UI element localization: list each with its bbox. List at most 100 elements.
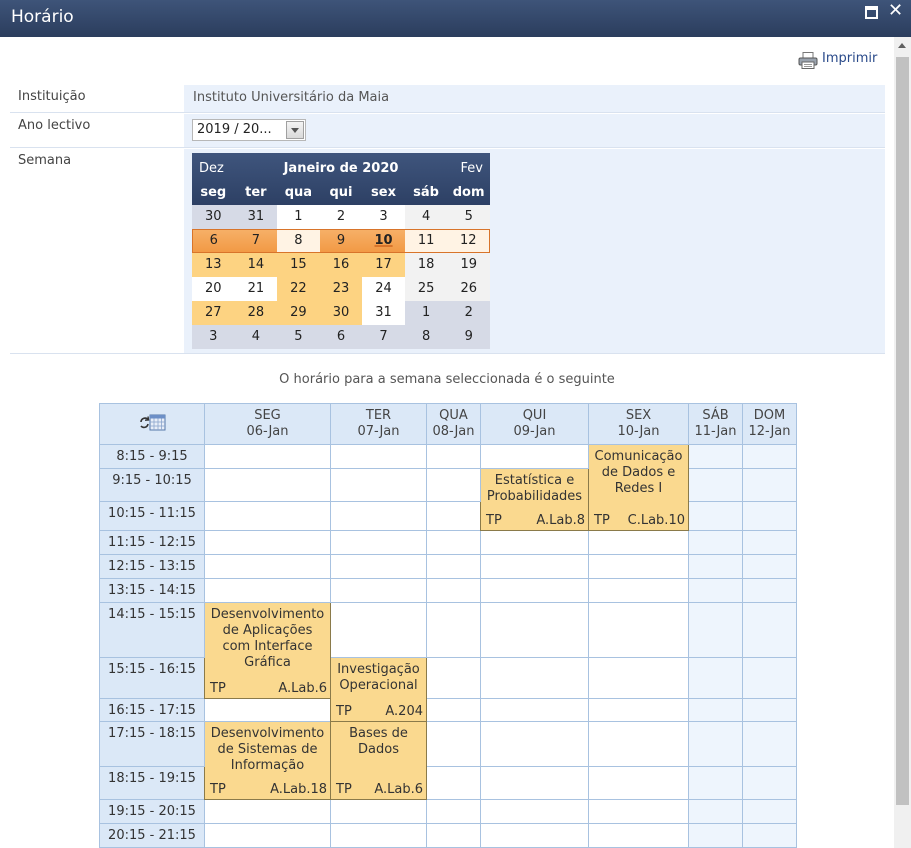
calendar-day[interactable]: 2 <box>319 205 363 229</box>
calendar-day[interactable]: 30 <box>192 205 235 229</box>
chevron-down-icon[interactable] <box>286 121 304 139</box>
day-date: 11-Jan <box>694 424 737 439</box>
institution-row: Instituição Instituto Universitário da M… <box>10 85 885 113</box>
calendar-weekday: dom <box>452 185 485 200</box>
schedule-cell <box>742 766 797 800</box>
calendar-day[interactable]: 13 <box>192 253 235 277</box>
calendar-day[interactable]: 5 <box>277 325 320 349</box>
schedule-cell <box>426 501 481 531</box>
calendar-day[interactable]: 18 <box>404 253 448 277</box>
class-type: TP <box>210 782 226 797</box>
calendar-day[interactable]: 9 <box>319 229 363 253</box>
calendar-day[interactable]: 10 <box>362 229 405 253</box>
close-icon[interactable]: ✕ <box>888 2 903 20</box>
class-title: Investigação Operacional <box>337 662 420 693</box>
calendar-day[interactable]: 4 <box>404 205 448 229</box>
time-slot: 19:15 - 20:15 <box>99 799 205 824</box>
calendar-day[interactable]: 14 <box>234 253 278 277</box>
calendar-day[interactable]: 7 <box>234 229 278 253</box>
calendar-day[interactable]: 15 <box>277 253 320 277</box>
schedule-cell <box>688 721 743 767</box>
calendar-day[interactable]: 28 <box>234 301 278 325</box>
scroll-up-arrow-icon[interactable] <box>894 37 911 54</box>
class-room: C.Lab.10 <box>627 513 685 528</box>
class-block-investigacao-operacional[interactable]: Investigação Operacional TP A.204 <box>330 657 427 722</box>
schedule-cell <box>204 501 331 531</box>
calendar-weekday: qui <box>329 185 353 200</box>
class-title: Bases de Dados <box>349 726 408 757</box>
calendar-day[interactable]: 1 <box>404 301 448 325</box>
calendar-day[interactable]: 12 <box>447 229 490 253</box>
class-block-comunicacao-dados[interactable]: Comunicação de Dados e Redes I TP C.Lab.… <box>588 444 689 531</box>
calendar-refresh-icon[interactable] <box>138 413 166 431</box>
schedule-cell <box>688 766 743 800</box>
calendar-day[interactable]: 25 <box>404 277 448 301</box>
schedule-cell <box>588 657 689 699</box>
day-name: SÁB <box>702 408 729 423</box>
week-row: Semana Dez Janeiro de 2020 Fev seg ter qua… <box>10 149 885 354</box>
calendar-day[interactable]: 9 <box>447 325 490 349</box>
calendar-day[interactable]: 21 <box>234 277 278 301</box>
calendar-day[interactable]: 31 <box>362 301 405 325</box>
calendar-day[interactable]: 3 <box>192 325 235 349</box>
calendar-day[interactable]: 1 <box>277 205 320 229</box>
calendar-day[interactable]: 31 <box>234 205 278 229</box>
calendar-day[interactable]: 20 <box>192 277 235 301</box>
year-select[interactable]: 2019 / 20... <box>192 119 306 141</box>
calendar-weekday: sáb <box>413 185 439 200</box>
schedule-cell <box>588 578 689 603</box>
calendar-day[interactable]: 24 <box>362 277 405 301</box>
calendar-day[interactable]: 11 <box>404 229 448 253</box>
calendar-days-grid: 30 31 1 2 3 4 5 6 7 8 9 10 11 12 13 14 15 16 17 18 19 20 21 22 2… <box>192 205 490 349</box>
time-slot: 12:15 - 13:15 <box>99 554 205 579</box>
schedule-cell <box>426 530 481 555</box>
calendar-day[interactable]: 5 <box>447 205 490 229</box>
schedule-cell <box>480 766 589 800</box>
class-title: Comunicação de Dados e Redes I <box>594 449 683 496</box>
window-title: Horário <box>11 7 74 27</box>
calendar-month-title: Janeiro de 2020 <box>283 161 399 176</box>
day-name: QUA <box>439 408 468 423</box>
schedule-cell <box>742 501 797 531</box>
schedule-cell <box>204 444 331 469</box>
maximize-icon[interactable] <box>865 6 878 19</box>
calendar-day[interactable]: 16 <box>319 253 363 277</box>
calendar-day[interactable]: 8 <box>404 325 448 349</box>
calendar-day[interactable]: 4 <box>234 325 278 349</box>
calendar-weekday: qua <box>284 185 313 200</box>
calendar-day[interactable]: 2 <box>447 301 490 325</box>
calendar-day[interactable]: 3 <box>362 205 405 229</box>
day-header: SEX 10-Jan <box>588 403 689 445</box>
calendar-day[interactable]: 23 <box>319 277 363 301</box>
scroll-thumb[interactable] <box>896 57 909 805</box>
class-type: TP <box>594 513 610 528</box>
schedule-cell <box>426 799 481 824</box>
calendar-day[interactable]: 6 <box>319 325 363 349</box>
calendar-day[interactable]: 29 <box>277 301 320 325</box>
schedule-cell <box>742 602 797 658</box>
calendar-day[interactable]: 17 <box>362 253 405 277</box>
calendar-day[interactable]: 27 <box>192 301 235 325</box>
schedule-cell <box>480 578 589 603</box>
schedule-cell <box>480 530 589 555</box>
calendar-day[interactable]: 6 <box>192 229 235 253</box>
class-block-desenvolvimento-sistemas[interactable]: Desenvolvimento de Sistemas de Informaçã… <box>204 721 331 800</box>
vertical-scrollbar[interactable] <box>894 37 911 848</box>
calendar-day[interactable]: 7 <box>362 325 405 349</box>
class-block-estatistica[interactable]: Estatística e Probabilidades TP A.Lab.8 <box>480 468 589 531</box>
calendar-day[interactable]: 30 <box>319 301 363 325</box>
calendar-day[interactable]: 26 <box>447 277 490 301</box>
schedule-cell <box>742 578 797 603</box>
schedule-cell <box>742 468 797 502</box>
class-block-bases-dados[interactable]: Bases de Dados TP A.Lab.6 <box>330 721 427 800</box>
schedule-cell <box>480 799 589 824</box>
calendar-day[interactable]: 8 <box>277 229 320 253</box>
day-date: 12-Jan <box>748 424 791 439</box>
class-block-desenvolvimento-aplicacoes[interactable]: Desenvolvimento de Aplicações com Interf… <box>204 602 331 699</box>
institution-label: Instituição <box>18 89 86 104</box>
class-type: TP <box>210 681 226 696</box>
calendar-day[interactable]: 22 <box>277 277 320 301</box>
calendar-next-month[interactable]: Fev <box>461 161 483 176</box>
calendar-day[interactable]: 19 <box>447 253 490 277</box>
schedule-cell <box>480 602 589 658</box>
